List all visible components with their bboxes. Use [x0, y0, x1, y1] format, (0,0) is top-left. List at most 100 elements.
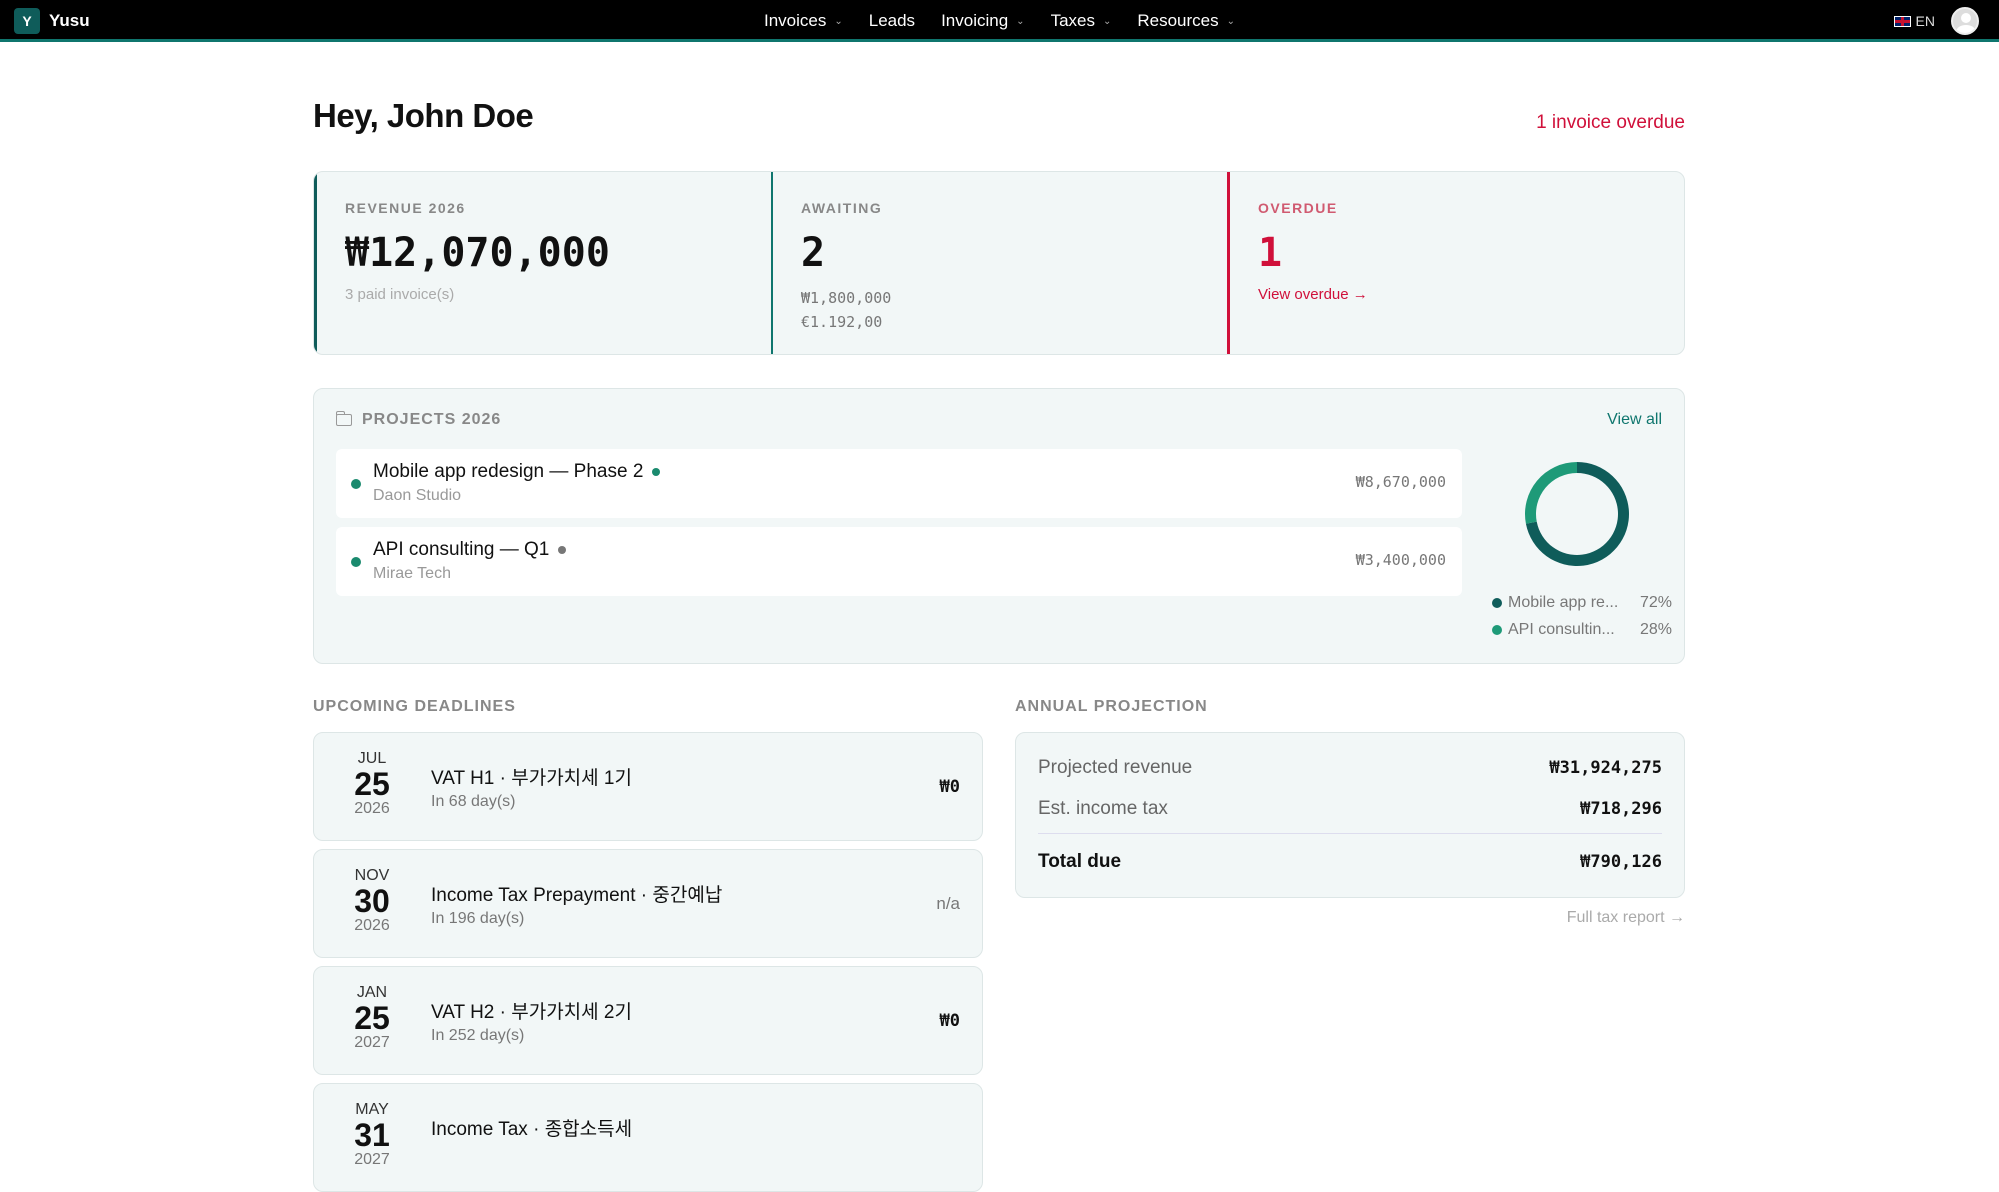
deadline-title: VAT H2 · 부가가치세 2기	[431, 1002, 632, 1023]
deadline-year: 2027	[354, 1034, 390, 1051]
deadline-countdown: In 252 day(s)	[431, 1027, 525, 1044]
divider	[1038, 833, 1662, 834]
nav-item-invoicing[interactable]: Invoicing ⌄	[941, 11, 1025, 31]
legend-percent: 28%	[1639, 621, 1672, 638]
projects-panel: PROJECTS 2026 View all Mobile app redesi…	[313, 388, 1685, 664]
awaiting-label: AWAITING	[801, 200, 883, 216]
project-dot-icon	[351, 557, 361, 567]
deadline-day: 25	[354, 766, 390, 802]
nav-label: Resources	[1137, 11, 1219, 30]
main-nav: Invoices ⌄ Leads Invoicing ⌄ Taxes ⌄ Resour…	[0, 0, 1999, 42]
project-client: Daon Studio	[373, 487, 462, 504]
project-row[interactable]: API consulting — Q1 Mirae Tech ₩3,400,00…	[336, 527, 1462, 596]
income-tax-label: Est. income tax	[1038, 798, 1168, 819]
language-label: EN	[1915, 13, 1935, 29]
deadline-date: JAN 25 2027	[332, 984, 412, 1052]
deadline-amount: n/a	[936, 894, 960, 913]
nav-label: Invoicing	[941, 11, 1009, 30]
project-name-text: API consulting — Q1	[373, 539, 550, 560]
folder-icon	[335, 411, 352, 426]
project-name-text: Mobile app redesign — Phase 2	[373, 461, 644, 482]
top-navigation-bar: Y Yusu Invoices ⌄ Leads Invoicing ⌄ Taxes ⌄…	[0, 0, 1999, 42]
overdue-value: 1	[1258, 230, 1283, 276]
chevron-down-icon: ⌄	[1226, 15, 1236, 27]
overdue-stat: OVERDUE 1 View overdue →	[1227, 172, 1684, 354]
projected-revenue-label: Projected revenue	[1038, 757, 1193, 778]
revenue-stat: REVENUE 2026 ₩12,070,000 3 paid invoice(…	[314, 172, 771, 354]
chevron-down-icon: ⌄	[1016, 15, 1025, 27]
nav-label: Taxes	[1050, 11, 1095, 30]
deadline-day: 25	[354, 1000, 390, 1036]
total-due-value: ₩790,126	[1580, 852, 1662, 872]
awaiting-amount-eur: €1.192,00	[801, 313, 883, 331]
deadline-countdown: In 68 day(s)	[431, 793, 516, 810]
income-tax-row: Est. income tax ₩718,296	[1038, 798, 1662, 820]
project-row[interactable]: Mobile app redesign — Phase 2 Daon Studi…	[336, 449, 1462, 518]
full-tax-report-link[interactable]: Full tax report →	[1567, 909, 1685, 927]
total-due-label: Total due	[1038, 851, 1122, 872]
legend-dot-icon	[1492, 625, 1502, 635]
uk-flag-icon	[1893, 15, 1911, 27]
deadline-card[interactable]: NOV 30 2026 Income Tax Prepayment · 중간예납…	[313, 849, 983, 958]
brand[interactable]: Y Yusu	[14, 8, 90, 34]
chevron-down-icon: ⌄	[834, 15, 843, 27]
deadline-year: 2026	[354, 800, 390, 817]
revenue-value: ₩12,070,000	[345, 230, 610, 276]
language-switcher[interactable]: EN	[1893, 13, 1935, 29]
deadline-day: 30	[354, 883, 390, 919]
projects-title: PROJECTS 2026	[362, 411, 502, 428]
nav-item-taxes[interactable]: Taxes ⌄	[1051, 11, 1112, 31]
overdue-label: OVERDUE	[1258, 200, 1338, 216]
view-all-projects-link[interactable]: View all	[1607, 411, 1662, 429]
deadline-year: 2026	[354, 917, 390, 934]
legend-item: Mobile app re... 72%	[1492, 594, 1672, 612]
total-due-row: Total due ₩790,126	[1038, 851, 1662, 873]
income-tax-value: ₩718,296	[1580, 799, 1662, 819]
nav-item-resources[interactable]: Resources ⌄	[1137, 11, 1235, 31]
project-name: Mobile app redesign — Phase 2	[373, 461, 661, 483]
projection-panel: Projected revenue ₩31,924,275 Est. incom…	[1015, 732, 1685, 898]
revenue-sub: 3 paid invoice(s)	[345, 286, 455, 303]
project-amount: ₩8,670,000	[1355, 473, 1446, 491]
deadline-card[interactable]: MAY 31 2027 Income Tax · 종합소득세	[313, 1083, 983, 1192]
nav-label: Leads	[868, 11, 916, 30]
user-avatar[interactable]	[1951, 7, 1979, 35]
brand-name: Yusu	[49, 11, 90, 30]
projection-title: ANNUAL PROJECTION	[1015, 698, 1208, 715]
status-dot-icon	[558, 546, 567, 554]
deadline-date: JUL 25 2026	[332, 750, 412, 818]
deadlines-title: UPCOMING DEADLINES	[313, 698, 516, 715]
projected-revenue-value: ₩31,924,275	[1549, 758, 1662, 778]
deadline-card[interactable]: JUL 25 2026 VAT H1 · 부가가치세 1기 In 68 day(…	[313, 732, 983, 841]
nav-label: Invoices	[763, 11, 827, 30]
donut-slice-1	[1525, 462, 1577, 524]
view-overdue-link[interactable]: View overdue →	[1258, 286, 1656, 303]
deadline-title: Income Tax Prepayment · 중간예납	[431, 885, 723, 906]
awaiting-amount-krw: ₩1,800,000	[801, 289, 892, 307]
legend-percent: 72%	[1639, 594, 1672, 611]
nav-item-leads[interactable]: Leads	[869, 11, 915, 31]
deadline-day: 31	[354, 1117, 390, 1153]
projected-revenue-row: Projected revenue ₩31,924,275	[1038, 757, 1662, 779]
deadline-year: 2027	[354, 1151, 390, 1168]
deadline-date: MAY 31 2027	[332, 1101, 412, 1169]
deadline-title: VAT H1 · 부가가치세 1기	[431, 768, 632, 789]
chevron-down-icon: ⌄	[1102, 15, 1112, 27]
project-client: Mirae Tech	[373, 565, 451, 582]
revenue-label: REVENUE 2026	[345, 200, 466, 216]
deadline-amount: ₩0	[939, 1011, 960, 1031]
brand-logo: Y	[14, 8, 40, 34]
nav-item-invoices[interactable]: Invoices ⌄	[764, 11, 843, 31]
awaiting-stat: AWAITING 2 ₩1,800,000 €1.192,00	[771, 172, 1227, 354]
status-dot-icon	[652, 468, 661, 476]
legend-label: Mobile app re...	[1508, 594, 1619, 611]
overdue-notice-link[interactable]: 1 invoice overdue	[1536, 112, 1685, 134]
project-amount: ₩3,400,000	[1355, 551, 1446, 569]
deadline-card[interactable]: JAN 25 2027 VAT H2 · 부가가치세 2기 In 252 day…	[313, 966, 983, 1075]
project-dot-icon	[351, 479, 361, 489]
deadline-countdown: In 196 day(s)	[431, 910, 525, 927]
project-name: API consulting — Q1	[373, 539, 567, 561]
deadline-amount: ₩0	[939, 777, 960, 797]
legend-item: API consultin... 28%	[1492, 621, 1672, 639]
project-share-donut	[1525, 462, 1629, 566]
